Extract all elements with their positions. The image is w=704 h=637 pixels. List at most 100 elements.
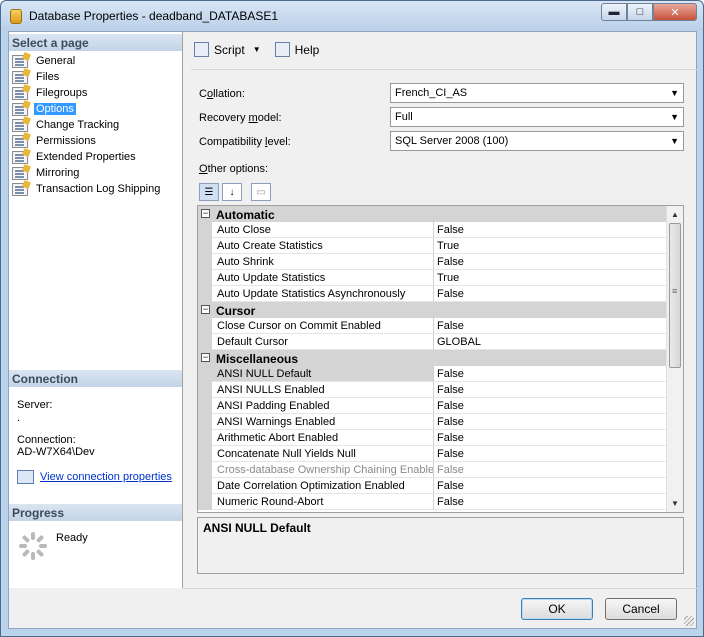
title-bar[interactable]: Database Properties - deadband_DATABASE1… — [1, 1, 703, 31]
page-list: General Files Filegroups Options Change Trac… — [12, 53, 162, 197]
collapse-icon[interactable]: − — [201, 305, 210, 314]
page-item-files[interactable]: Files — [12, 69, 162, 85]
property-value[interactable]: True — [434, 270, 667, 286]
property-row[interactable]: Date Correlation Optimization Enabled Fal… — [198, 478, 667, 494]
script-dropdown-icon[interactable]: ▼ — [253, 45, 261, 54]
property-value[interactable]: False — [434, 414, 667, 430]
caption-buttons: ▬ □ ✕ — [601, 3, 697, 23]
property-name[interactable]: Auto Update Statistics — [212, 270, 434, 286]
scroll-up-icon[interactable]: ▲ — [667, 206, 683, 223]
property-value[interactable]: False — [434, 430, 667, 446]
compatibility-level-select[interactable]: SQL Server 2008 (100) ▼ — [390, 131, 684, 151]
property-name[interactable]: Date Correlation Optimization Enabled — [212, 478, 434, 494]
maximize-button[interactable]: □ — [627, 3, 653, 21]
scroll-thumb[interactable] — [669, 223, 681, 368]
property-name[interactable]: Close Cursor on Commit Enabled — [212, 318, 434, 334]
property-value[interactable]: False — [434, 222, 667, 238]
property-name[interactable]: Cross-database Ownership Chaining Enable… — [212, 462, 434, 478]
property-name[interactable]: Numeric Round-Abort — [212, 494, 434, 510]
view-connection-properties-link[interactable]: View connection properties — [40, 471, 172, 483]
property-value[interactable]: False — [434, 382, 667, 398]
property-value[interactable]: False — [434, 446, 667, 462]
recovery-model-select[interactable]: Full ▼ — [390, 107, 684, 127]
property-row[interactable]: Auto Close False — [198, 222, 667, 238]
row-margin — [198, 366, 212, 382]
property-value[interactable]: False — [434, 366, 667, 382]
page-icon — [12, 102, 28, 116]
page-item-permissions[interactable]: Permissions — [12, 133, 162, 149]
property-value[interactable]: False — [434, 286, 667, 302]
property-name[interactable]: Auto Create Statistics — [212, 238, 434, 254]
property-value[interactable]: False — [434, 494, 667, 510]
collapse-icon[interactable]: − — [201, 353, 210, 362]
property-row[interactable]: ANSI Warnings Enabled False — [198, 414, 667, 430]
script-button[interactable]: Script ▼ — [194, 42, 267, 57]
page-item-general[interactable]: General — [12, 53, 162, 69]
property-category-row[interactable]: − Miscellaneous — [198, 350, 667, 366]
property-grid-scrollbar[interactable]: ▲ ▼ — [666, 206, 683, 512]
property-description: ANSI NULL Default — [197, 517, 684, 574]
property-name[interactable]: ANSI NULLS Enabled — [212, 382, 434, 398]
property-row[interactable]: Auto Create Statistics True — [198, 238, 667, 254]
property-row[interactable]: Auto Update Statistics True — [198, 270, 667, 286]
property-row[interactable]: Auto Shrink False — [198, 254, 667, 270]
property-row[interactable]: ANSI NULLS Enabled False — [198, 382, 667, 398]
property-row[interactable]: ANSI NULL Default False — [198, 366, 667, 382]
property-value[interactable]: True — [434, 238, 667, 254]
property-name[interactable]: Concatenate Null Yields Null — [212, 446, 434, 462]
property-pages-icon[interactable]: ▭ — [251, 183, 271, 201]
collation-select[interactable]: French_CI_AS ▼ — [390, 83, 684, 103]
page-item-transaction-log-shipping[interactable]: Transaction Log Shipping — [12, 181, 162, 197]
close-button[interactable]: ✕ — [653, 3, 697, 21]
page-item-label: Mirroring — [36, 167, 80, 179]
property-name[interactable]: Auto Close — [212, 222, 434, 238]
page-item-options[interactable]: Options — [12, 101, 162, 117]
property-row[interactable]: Default Cursor GLOBAL — [198, 334, 667, 350]
script-label: Script — [214, 42, 245, 57]
property-value[interactable]: GLOBAL — [434, 334, 667, 350]
property-name[interactable]: Default Cursor — [212, 334, 434, 350]
property-row[interactable]: Concatenate Null Yields Null False — [198, 446, 667, 462]
property-value[interactable]: False — [434, 478, 667, 494]
scroll-down-icon[interactable]: ▼ — [667, 495, 683, 512]
select-page-header: Select a page — [9, 34, 182, 51]
property-row[interactable]: Close Cursor on Commit Enabled False — [198, 318, 667, 334]
page-item-extended-properties[interactable]: Extended Properties — [12, 149, 162, 165]
property-value[interactable]: False — [434, 398, 667, 414]
property-value[interactable]: False — [434, 462, 667, 478]
ok-button[interactable]: OK — [521, 598, 593, 620]
property-name[interactable]: ANSI Padding Enabled — [212, 398, 434, 414]
collapse-icon[interactable]: − — [201, 209, 210, 218]
page-item-filegroups[interactable]: Filegroups — [12, 85, 162, 101]
property-row[interactable]: Numeric Round-Abort False — [198, 494, 667, 510]
property-category-row[interactable]: − Automatic — [198, 206, 667, 222]
alphabetical-sort-icon[interactable]: ↓ — [222, 183, 242, 201]
resize-grip[interactable] — [684, 616, 694, 626]
property-name[interactable]: Auto Update Statistics Asynchronously — [212, 286, 434, 302]
property-row[interactable]: Auto Update Statistics Asynchronously Fal… — [198, 286, 667, 302]
server-value: . — [17, 412, 21, 424]
property-name[interactable]: Auto Shrink — [212, 254, 434, 270]
minimize-button[interactable]: ▬ — [601, 3, 627, 21]
page-item-mirroring[interactable]: Mirroring — [12, 165, 162, 181]
server-label: Server: — [17, 399, 53, 411]
categorized-view-icon[interactable]: ☰ — [199, 183, 219, 201]
help-icon — [274, 42, 290, 57]
progress-spinner-icon — [19, 532, 47, 560]
page-icon — [12, 134, 28, 148]
page-icon — [12, 182, 28, 196]
page-item-change-tracking[interactable]: Change Tracking — [12, 117, 162, 133]
property-category-row[interactable]: − Cursor — [198, 302, 667, 318]
cancel-button[interactable]: Cancel — [605, 598, 677, 620]
chevron-down-icon: ▼ — [670, 112, 679, 122]
property-row[interactable]: ANSI Padding Enabled False — [198, 398, 667, 414]
help-button[interactable]: Help — [274, 42, 319, 57]
property-name[interactable]: ANSI NULL Default — [212, 366, 434, 382]
property-value[interactable]: False — [434, 318, 667, 334]
recovery-model-label: Recovery model: — [199, 112, 282, 124]
property-name[interactable]: ANSI Warnings Enabled — [212, 414, 434, 430]
property-row[interactable]: Cross-database Ownership Chaining Enable… — [198, 462, 667, 478]
property-name[interactable]: Arithmetic Abort Enabled — [212, 430, 434, 446]
property-value[interactable]: False — [434, 254, 667, 270]
property-row[interactable]: Arithmetic Abort Enabled False — [198, 430, 667, 446]
